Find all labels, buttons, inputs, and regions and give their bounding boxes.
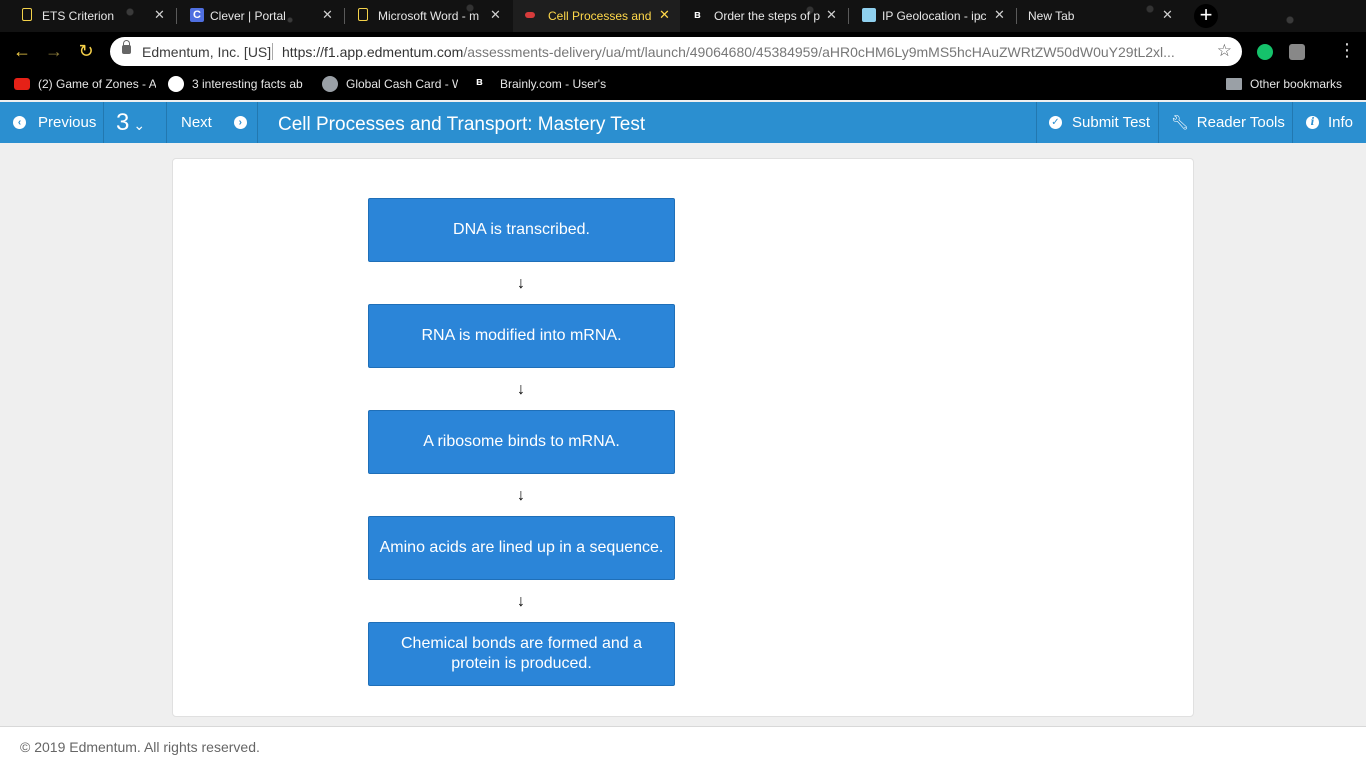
close-tab-icon[interactable]: ✕ [1162, 7, 1173, 23]
google-icon [168, 76, 184, 92]
copyright-text: © 2019 Edmentum. All rights reserved. [20, 739, 260, 755]
address-bar[interactable]: Edmentum, Inc. [US] https://f1.app.edmen… [110, 37, 1242, 66]
forward-arrow-icon[interactable]: → [42, 40, 66, 62]
wrench-icon: 🔧︎ [1171, 114, 1189, 130]
header-divider [1158, 102, 1159, 143]
youtube-icon [14, 78, 30, 90]
browser-tab-strip: ETS Criterion ✕ C Clever | Portal ✕ Micr… [0, 0, 1366, 32]
tab-divider [848, 8, 849, 24]
site-identity[interactable]: Edmentum, Inc. [US] [142, 44, 271, 60]
tab-divider [344, 8, 345, 24]
down-arrow-icon: ↓ [517, 275, 525, 292]
new-tab-button[interactable]: + [1194, 4, 1218, 28]
ip-geolocation-icon [862, 8, 876, 22]
tab-divider [1016, 8, 1017, 24]
grammarly-icon[interactable] [1257, 44, 1273, 60]
document-icon [358, 8, 368, 21]
globe-icon [322, 76, 338, 92]
header-divider [1292, 102, 1293, 143]
bookmark-interesting-facts[interactable]: 3 interesting facts ab [192, 77, 304, 91]
site-identity-divider [272, 43, 273, 60]
header-divider [257, 102, 258, 143]
tab-ip-geolocation[interactable]: IP Geolocation - ipc ✕ [850, 0, 1016, 32]
down-arrow-icon: ↓ [517, 593, 525, 610]
tab-cell-processes[interactable]: Cell Processes and ✕ [513, 0, 680, 32]
question-number-dropdown[interactable]: 3 ⌄ [116, 102, 145, 143]
bookmark-star-icon[interactable]: ☆ [1217, 41, 1232, 61]
assessment-header: ‹ Previous 3 ⌄ Next › Cell Processes and… [0, 102, 1366, 143]
edmentum-icon [525, 12, 535, 18]
folder-icon [1226, 78, 1242, 90]
down-arrow-icon: ↓ [517, 487, 525, 504]
brainly-icon: ʙ [694, 9, 701, 21]
tab-microsoft-word[interactable]: Microsoft Word - m ✕ [346, 0, 512, 32]
bookmark-global-cash-card[interactable]: Global Cash Card - W [346, 77, 458, 91]
close-tab-icon[interactable]: ✕ [659, 7, 670, 23]
next-arrow-icon: › [233, 116, 247, 129]
chevron-down-icon: ⌄ [133, 116, 146, 133]
sequence-step[interactable]: A ribosome binds to mRNA. [368, 410, 675, 474]
page-title: Cell Processes and Transport: Mastery Te… [278, 114, 646, 135]
sequence-step[interactable]: Amino acids are lined up in a sequence. [368, 516, 675, 580]
close-tab-icon[interactable]: ✕ [154, 7, 165, 23]
header-divider [1036, 102, 1037, 143]
close-tab-icon[interactable]: ✕ [322, 7, 333, 23]
info-button[interactable]: i Info [1306, 102, 1353, 143]
sequence-step[interactable]: Chemical bonds are formed and a protein … [368, 622, 675, 686]
tab-new-tab[interactable]: New Tab ✕ [1018, 0, 1184, 32]
bookmark-game-of-zones[interactable]: (2) Game of Zones - A [38, 77, 156, 91]
lock-icon [122, 40, 131, 54]
bookmark-brainly[interactable]: Brainly.com - User's [500, 77, 608, 91]
document-icon [22, 8, 32, 21]
reader-tools-button[interactable]: 🔧︎ Reader Tools [1171, 102, 1285, 143]
clever-icon: C [190, 8, 204, 22]
brainly-icon: ʙ [476, 76, 483, 88]
extension-icon[interactable] [1289, 44, 1305, 60]
tab-clever-portal[interactable]: C Clever | Portal ✕ [178, 0, 344, 32]
sequence-step[interactable]: RNA is modified into mRNA. [368, 304, 675, 368]
next-button[interactable]: Next › [181, 102, 247, 143]
submit-test-button[interactable]: ✓ Submit Test [1049, 102, 1150, 143]
down-arrow-icon: ↓ [517, 381, 525, 398]
check-circle-icon: ✓ [1049, 116, 1062, 129]
tab-order-the-steps[interactable]: ʙ Order the steps of p ✕ [682, 0, 848, 32]
close-tab-icon[interactable]: ✕ [826, 7, 837, 23]
header-divider [103, 102, 104, 143]
info-icon: i [1306, 116, 1319, 129]
sequence-step[interactable]: DNA is transcribed. [368, 198, 675, 262]
page-footer: © 2019 Edmentum. All rights reserved. [0, 726, 1366, 768]
menu-kebab-icon[interactable]: ⋮ [1338, 40, 1356, 60]
url-path: /assessments-delivery/ua/mt/launch/49064… [463, 44, 1175, 60]
url-host: https://f1.app.edmentum.com [282, 44, 464, 60]
tab-divider [176, 8, 177, 24]
back-arrow-icon[interactable]: ← [10, 40, 34, 62]
reload-icon[interactable]: ↻ [74, 40, 98, 62]
url-text[interactable]: https://f1.app.edmentum.com/assessments-… [282, 44, 1202, 60]
previous-arrow-icon: ‹ [13, 116, 26, 129]
close-tab-icon[interactable]: ✕ [994, 7, 1005, 23]
close-tab-icon[interactable]: ✕ [490, 7, 501, 23]
question-card [172, 158, 1194, 717]
header-divider [166, 102, 167, 143]
previous-button[interactable]: ‹ Previous [13, 102, 96, 143]
other-bookmarks[interactable]: Other bookmarks [1250, 77, 1360, 91]
tab-ets-criterion[interactable]: ETS Criterion ✕ [10, 0, 176, 32]
